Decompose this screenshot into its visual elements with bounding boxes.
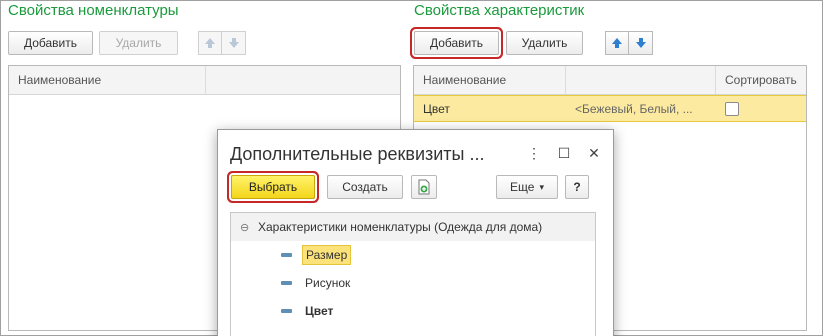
left-column-value — [206, 66, 400, 94]
row-values-cell: <Бежевый, Белый, ... — [575, 101, 693, 116]
left-add-button[interactable]: Добавить — [8, 31, 93, 55]
tree-item-label: Цвет — [305, 304, 334, 318]
attribute-dash-icon — [281, 281, 292, 285]
right-table-header: Наименование Сортировать — [414, 66, 806, 95]
chevron-down-icon: ▾ — [539, 181, 544, 192]
attribute-dash-icon — [281, 309, 292, 313]
left-column-name[interactable]: Наименование — [9, 66, 206, 94]
left-move-up-button[interactable] — [198, 31, 222, 55]
row-sort-cell — [716, 96, 806, 121]
tree-group-label: Характеристики номенклатуры (Одежда для … — [258, 220, 543, 234]
right-move-down-button[interactable] — [629, 31, 653, 55]
arrow-down-icon — [635, 38, 646, 48]
left-move-down-button[interactable] — [222, 31, 246, 55]
tree-group-row[interactable]: ⊖ Характеристики номенклатуры (Одежда дл… — [231, 213, 595, 241]
arrow-up-icon — [205, 38, 215, 48]
attribute-dash-icon — [281, 253, 292, 257]
dialog-maximize-button[interactable]: ☐ — [554, 143, 574, 163]
right-move-up-button[interactable] — [605, 31, 629, 55]
arrow-down-icon — [228, 38, 239, 48]
tree-item[interactable]: Цвет — [231, 297, 595, 325]
tree-item[interactable]: Размер — [231, 241, 595, 269]
collapse-icon[interactable]: ⊖ — [240, 221, 254, 234]
right-delete-button[interactable]: Удалить — [506, 31, 583, 55]
left-move-buttons — [198, 31, 246, 55]
help-button[interactable]: ? — [565, 175, 589, 199]
sort-checkbox[interactable] — [725, 101, 739, 116]
select-button[interactable]: Выбрать — [231, 175, 315, 199]
more-label: Еще — [510, 180, 535, 194]
left-panel-title: Свойства номенклатуры — [8, 2, 179, 19]
additional-attributes-dialog: Дополнительные реквизиты ... ⋮ ☐ ✕ Выбра… — [217, 129, 614, 336]
tree-item-label: Размер — [302, 245, 352, 265]
right-column-values — [566, 66, 716, 94]
more-button[interactable]: Еще ▾ — [496, 175, 558, 199]
row-name-cell: Цвет — [423, 101, 450, 116]
table-row[interactable]: Цвет <Бежевый, Белый, ... — [414, 95, 806, 122]
dialog-title: Дополнительные реквизиты ... — [230, 144, 485, 164]
copy-document-icon — [418, 179, 430, 195]
copy-button[interactable] — [411, 175, 437, 199]
left-delete-button[interactable]: Удалить — [99, 31, 178, 55]
dialog-close-button[interactable]: ✕ — [584, 143, 604, 163]
arrow-up-icon — [612, 38, 622, 48]
left-table-header: Наименование — [9, 66, 400, 95]
right-move-buttons — [605, 31, 653, 55]
create-button[interactable]: Создать — [327, 175, 403, 199]
right-column-name[interactable]: Наименование — [414, 66, 566, 94]
dialog-menu-button[interactable]: ⋮ — [524, 143, 544, 163]
attributes-tree[interactable]: ⊖ Характеристики номенклатуры (Одежда дл… — [230, 212, 596, 336]
right-add-button[interactable]: Добавить — [414, 31, 499, 55]
tree-item-label: Рисунок — [305, 276, 351, 290]
tree-item[interactable]: Рисунок — [231, 269, 595, 297]
right-panel-title: Свойства характеристик — [414, 2, 585, 19]
right-column-sort[interactable]: Сортировать — [716, 66, 806, 94]
